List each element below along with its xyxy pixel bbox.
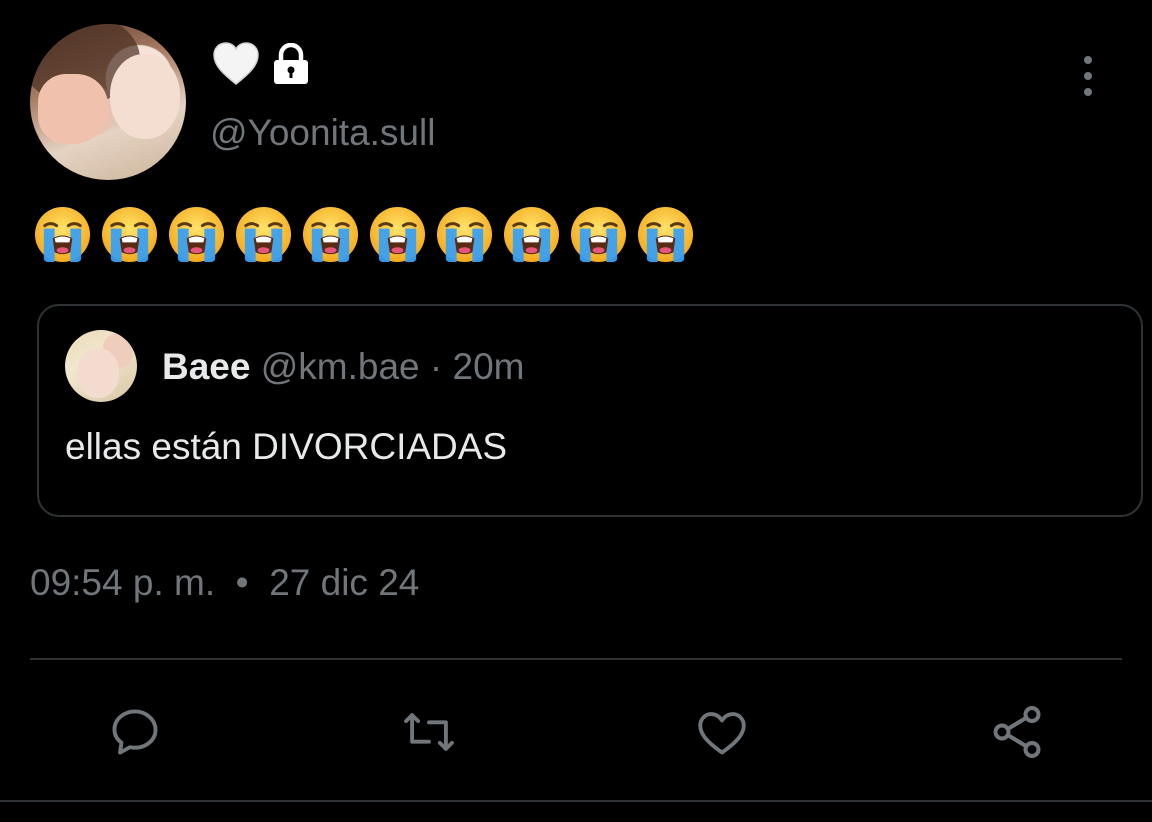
quoted-separator: ·: [419, 346, 453, 387]
tweet-timestamp[interactable]: 09:54 p. m. • 27 dic 24: [30, 562, 419, 604]
like-icon: [698, 712, 746, 755]
like-button[interactable]: [690, 700, 754, 764]
loudly-crying-face-emoji: [168, 206, 225, 263]
loudly-crying-face-emoji: [302, 206, 359, 263]
bottom-divider: [0, 800, 1152, 802]
loudly-crying-face-emoji: [436, 206, 493, 263]
author-avatar[interactable]: [30, 24, 186, 180]
retweet-button[interactable]: [397, 700, 461, 764]
loudly-crying-face-emoji: [101, 206, 158, 263]
more-options-icon[interactable]: [1076, 56, 1100, 96]
quoted-author-avatar[interactable]: [65, 330, 137, 402]
timestamp-separator: •: [215, 562, 270, 603]
divider: [30, 658, 1122, 660]
retweet-icon: [404, 713, 454, 751]
quoted-author-name[interactable]: Baee: [162, 346, 250, 387]
share-button[interactable]: [985, 700, 1049, 764]
loudly-crying-face-emoji: [570, 206, 627, 263]
tweet-date: 27 dic 24: [269, 562, 420, 603]
loudly-crying-face-emoji: [34, 206, 91, 263]
loudly-crying-face-emoji: [235, 206, 292, 263]
lock-icon: [274, 43, 308, 84]
author-badges: [212, 42, 312, 86]
author-handle[interactable]: @Yoonita.sull: [210, 112, 435, 154]
quoted-tweet-text: ellas están DIVORCIADAS: [65, 426, 508, 467]
loudly-crying-face-emoji: [503, 206, 560, 263]
quoted-author-handle[interactable]: @km.bae: [261, 346, 420, 387]
tweet-time: 09:54 p. m.: [30, 562, 216, 603]
quoted-handle-text: @km.bae: [260, 346, 420, 387]
loudly-crying-face-emoji: [369, 206, 426, 263]
quoted-tweet-header: Baee @km.bae · 20m: [162, 346, 525, 388]
share-icon: [993, 706, 1041, 758]
loudly-crying-face-emoji: [637, 206, 694, 263]
tweet-text: [33, 205, 695, 264]
reply-button[interactable]: [103, 700, 167, 764]
quoted-time[interactable]: 20m: [453, 346, 525, 387]
white-heart-icon: [213, 42, 259, 85]
quoted-tweet[interactable]: Baee @km.bae · 20m ellas están DIVORCIAD…: [37, 304, 1143, 517]
reply-icon: [112, 709, 158, 755]
